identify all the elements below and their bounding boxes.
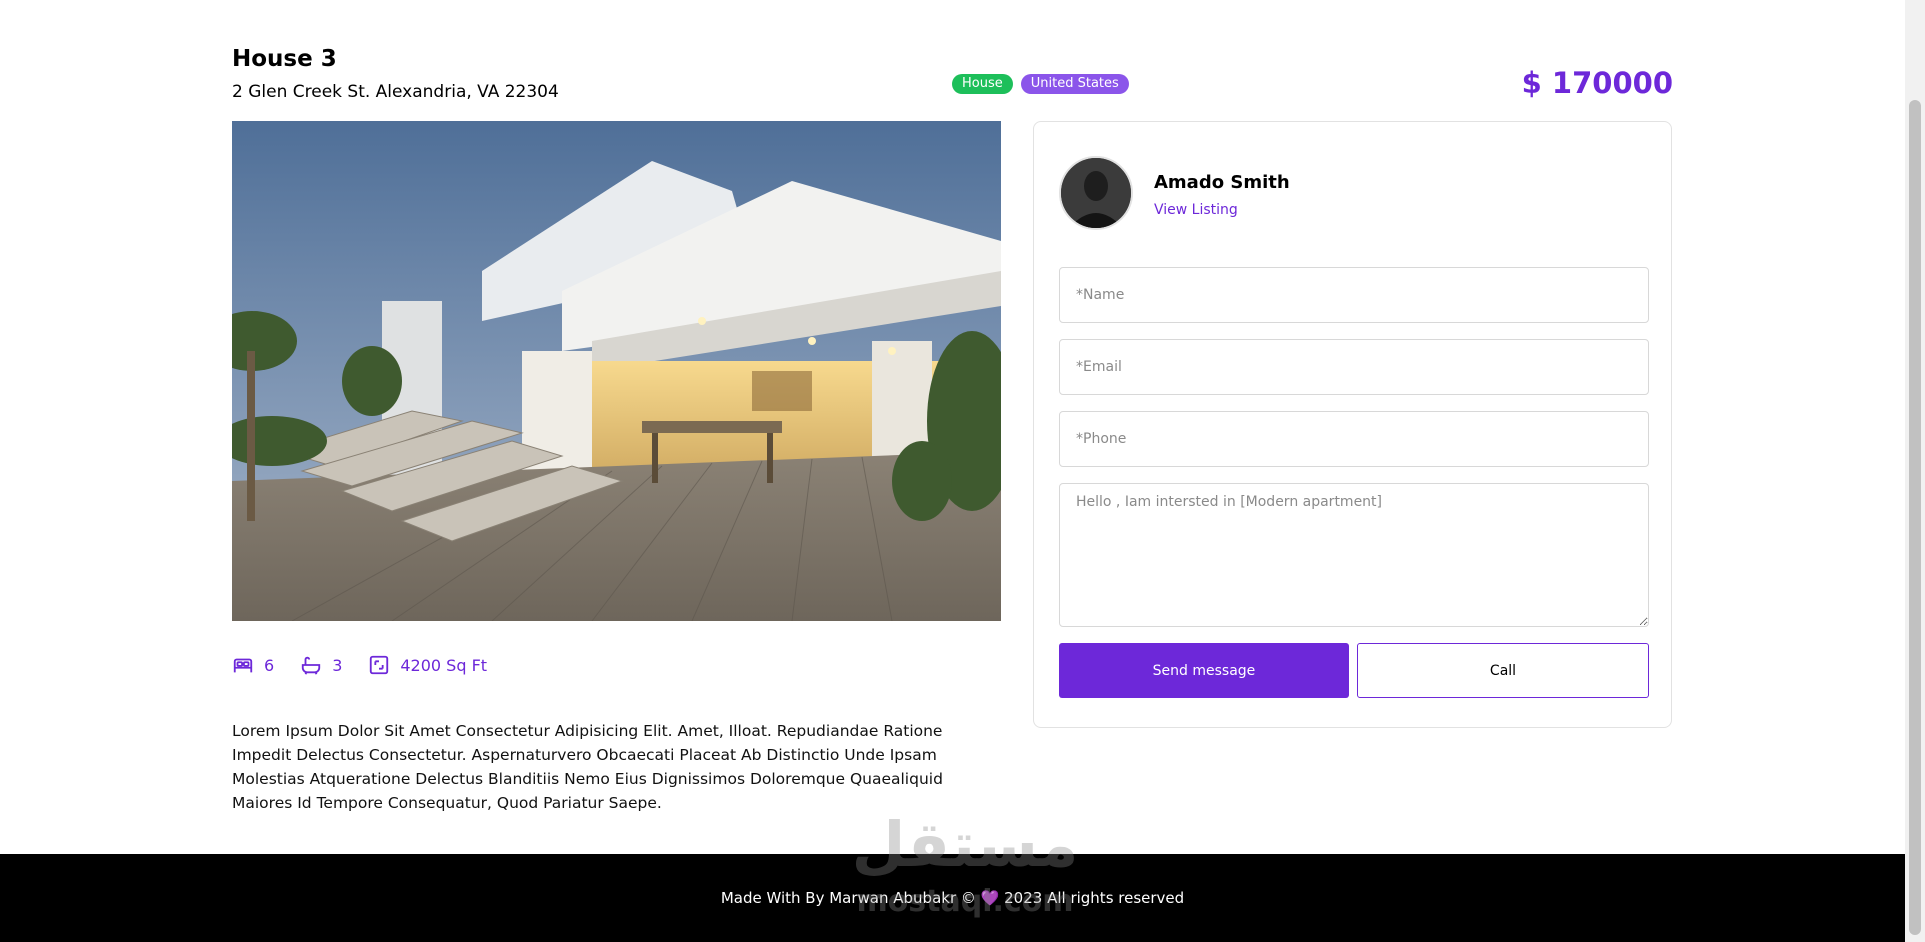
feature-bathrooms: 3 [300,654,342,676]
area-icon [370,655,389,675]
house-photo [232,121,1001,621]
name-field[interactable] [1059,267,1649,323]
heart-icon: 💜 [980,889,1000,907]
view-listing-link[interactable]: View Listing [1154,202,1238,218]
badge-country: United States [1020,74,1129,94]
vertical-scrollbar[interactable] [1905,0,1925,942]
badge-type: House [952,74,1013,94]
property-description: Lorem Ipsum Dolor Sit Amet Consectetur A… [232,721,943,812]
phone-field[interactable] [1059,411,1649,467]
property-price: $ 170000 [1521,66,1673,100]
feature-bedrooms: 6 [232,654,274,676]
property-address: 2 Glen Creek St. Alexandria, VA 22304 [232,82,559,102]
feature-list: 6 3 4200 Sq Ft [232,654,487,676]
call-button[interactable]: Call [1357,643,1649,698]
message-field[interactable] [1059,483,1649,627]
footer-credit: Made With By Marwan Abubakr © [720,889,976,907]
email-field[interactable] [1059,339,1649,395]
page-title: House 3 [232,46,337,72]
contact-card: Amado Smith View Listing Send message Ca… [1033,121,1672,728]
agent-photo [1061,158,1131,228]
send-message-button[interactable]: Send message [1059,643,1349,698]
property-page: House 3 2 Glen Creek St. Alexandria, VA … [0,0,1905,942]
footer-text: Made With By Marwan Abubakr © 💜 2023 All… [0,889,1905,907]
bedrooms-count: 6 [264,655,275,675]
agent-name: Amado Smith [1154,172,1290,193]
area-value: 4200 Sq Ft [400,655,488,675]
footer-rights: 2023 All rights reserved [1004,889,1185,907]
badge-group: House United States [952,74,1129,94]
bathtub-icon [302,656,321,675]
property-photo [232,121,1001,621]
scrollbar-thumb[interactable] [1909,100,1921,935]
bed-icon [233,658,253,673]
avatar [1059,156,1133,230]
feature-area: 4200 Sq Ft [368,654,487,676]
footer: Made With By Marwan Abubakr © 💜 2023 All… [0,854,1905,942]
bathrooms-count: 3 [332,655,343,675]
